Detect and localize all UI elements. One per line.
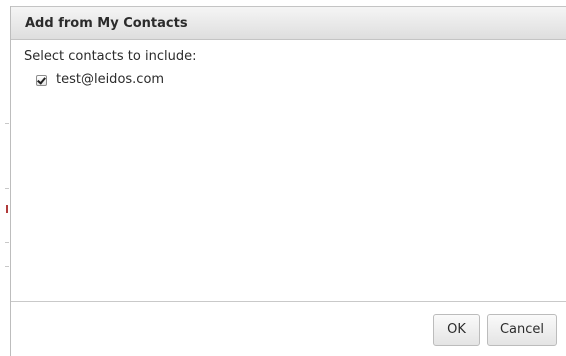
page: Add from My Contacts Select contacts to … [0, 0, 566, 356]
checkmark-icon [37, 75, 46, 85]
cancel-button[interactable]: Cancel [487, 314, 557, 346]
background-page-edge [0, 0, 10, 356]
contact-item[interactable]: test@leidos.com [31, 72, 551, 94]
dialog-title: Add from My Contacts [25, 16, 188, 31]
background-divider [5, 123, 9, 124]
background-divider [5, 242, 9, 243]
ok-button[interactable]: OK [433, 314, 480, 346]
dialog-header[interactable]: Add from My Contacts [11, 6, 566, 40]
background-marker [6, 205, 8, 213]
contact-checkbox[interactable] [36, 75, 47, 86]
footer-divider [11, 301, 566, 302]
add-contacts-dialog: Add from My Contacts Select contacts to … [10, 6, 566, 356]
background-divider [5, 266, 9, 267]
contact-list: test@leidos.com [31, 72, 551, 94]
instruction-text: Select contacts to include: [24, 49, 197, 64]
contact-email-label[interactable]: test@leidos.com [56, 72, 164, 87]
background-divider [5, 188, 9, 189]
